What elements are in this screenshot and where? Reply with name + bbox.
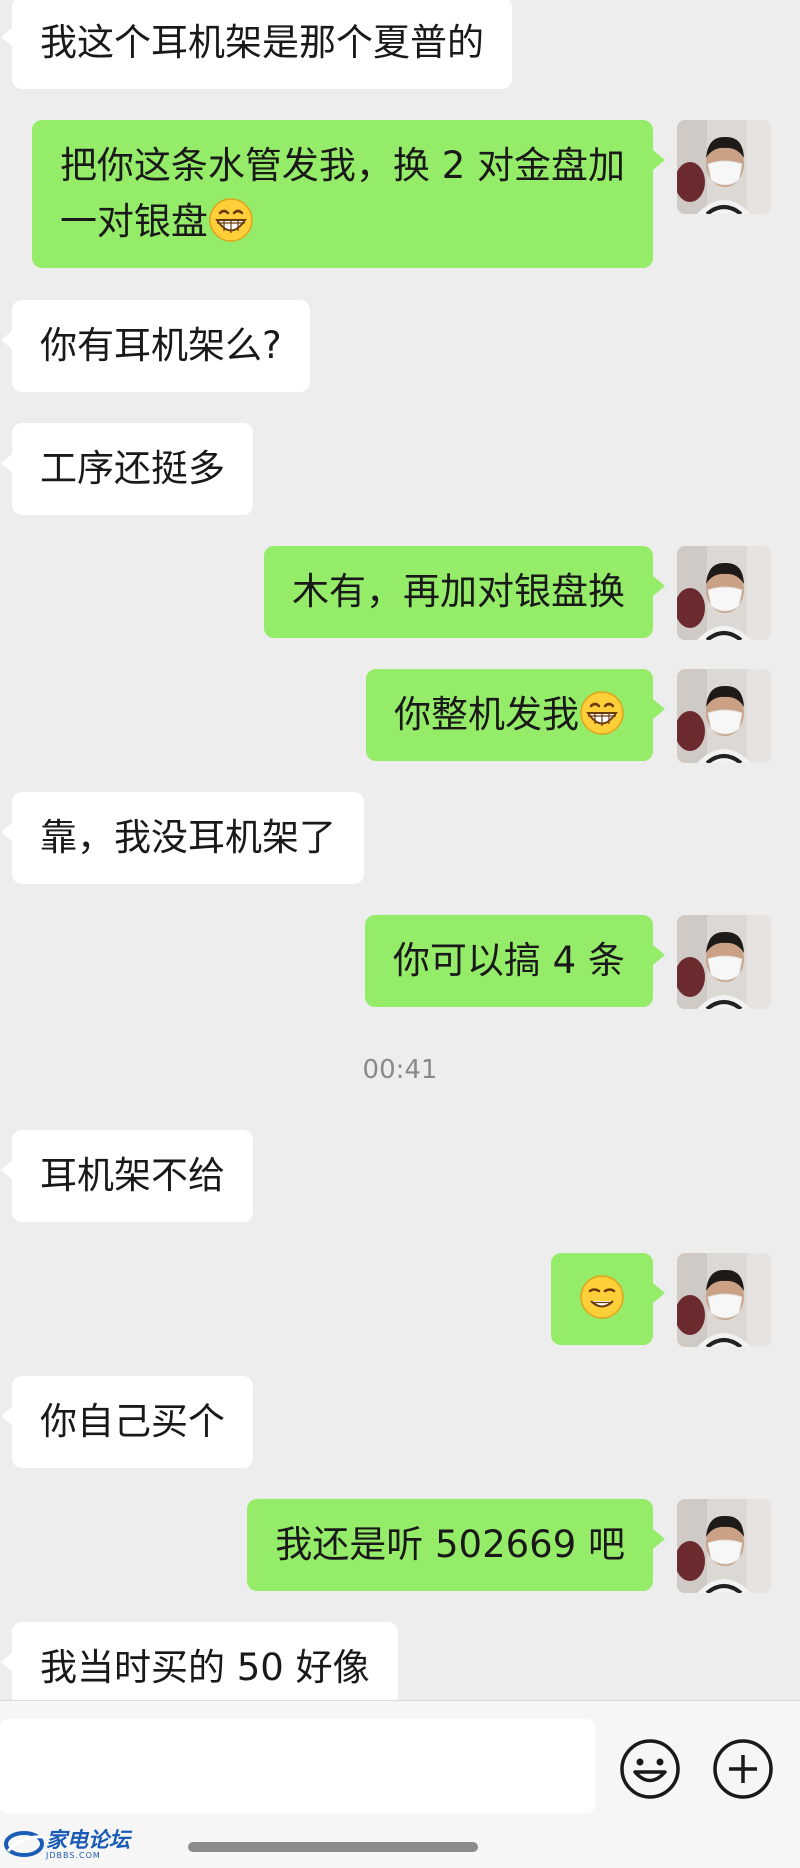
- avatar[interactable]: [677, 1499, 771, 1593]
- message-text: 你有耳机架么?: [40, 324, 282, 367]
- incoming-message-row: 我当时买的 50 好像: [0, 1622, 800, 1700]
- incoming-message-row: 耳机架不给: [0, 1130, 800, 1222]
- avatar[interactable]: [677, 915, 771, 1009]
- outgoing-message-bubble[interactable]: 你可以搞 4 条: [364, 915, 666, 1007]
- outgoing-message-bubble[interactable]: 你整机发我: [366, 669, 665, 761]
- swoosh-logo-icon: [4, 1831, 45, 1857]
- outgoing-message-bubble[interactable]: 把你这条水管发我，换 2 对金盘加 一对银盘: [31, 120, 666, 268]
- message-text: 把你这条水管发我，换 2 对金盘加 一对银盘: [59, 144, 625, 243]
- outgoing-message-row: [0, 1253, 800, 1347]
- incoming-message-bubble[interactable]: 耳机架不给: [1, 1130, 253, 1222]
- incoming-message-bubble[interactable]: 我这个耳机架是那个夏普的: [1, 0, 512, 89]
- smiley-face-icon: [620, 1739, 680, 1799]
- avatar[interactable]: [677, 120, 771, 214]
- timestamp: 00:41: [362, 1055, 438, 1085]
- incoming-message-bubble[interactable]: 你有耳机架么?: [1, 300, 310, 392]
- message-text: 我当时买的 50 好像: [40, 1646, 370, 1689]
- home-indicator[interactable]: [188, 1842, 478, 1852]
- incoming-message-bubble[interactable]: 我当时买的 50 好像: [1, 1622, 398, 1700]
- incoming-message-row: 我这个耳机架是那个夏普的: [0, 0, 800, 89]
- outgoing-message-row: 木有，再加对银盘换: [0, 546, 800, 640]
- avatar-photo-icon: [677, 120, 771, 214]
- emoji-button[interactable]: [618, 1737, 682, 1801]
- outgoing-message-bubble[interactable]: [551, 1253, 665, 1345]
- outgoing-message-row: 你可以搞 4 条: [0, 915, 800, 1009]
- message-text: 你整机发我: [394, 693, 579, 736]
- outgoing-message-row: 我还是听 502669 吧: [0, 1499, 800, 1593]
- forum-watermark-logo: 家电论坛 JDBBS.COM: [4, 1826, 130, 1862]
- watermark-text: 家电论坛: [46, 1827, 130, 1852]
- incoming-message-row: 你有耳机架么?: [0, 300, 800, 392]
- timestamp-row: 00:41: [0, 1055, 800, 1085]
- outgoing-message-bubble[interactable]: 我还是听 502669 吧: [247, 1499, 665, 1591]
- incoming-message-row: 靠，我没耳机架了: [0, 792, 800, 884]
- avatar[interactable]: [677, 669, 771, 763]
- plus-circle-icon: [713, 1739, 773, 1799]
- avatar-photo-icon: [677, 1253, 771, 1347]
- message-text: 你可以搞 4 条: [392, 939, 625, 982]
- incoming-message-row: 工序还挺多: [0, 423, 800, 515]
- message-text: 耳机架不给: [40, 1154, 225, 1197]
- avatar-photo-icon: [677, 915, 771, 1009]
- avatar-photo-icon: [677, 669, 771, 763]
- message-input[interactable]: [0, 1719, 595, 1813]
- outgoing-message-row: 你整机发我: [0, 669, 800, 763]
- avatar-photo-icon: [677, 1499, 771, 1593]
- incoming-message-bubble[interactable]: 工序还挺多: [1, 423, 253, 515]
- more-button[interactable]: [711, 1737, 775, 1801]
- grinning-face-emoji-icon: [209, 198, 253, 242]
- avatar[interactable]: [677, 546, 771, 640]
- message-text: 你自己买个: [40, 1400, 225, 1443]
- message-text: 靠，我没耳机架了: [40, 816, 336, 859]
- chat-message-list[interactable]: 我这个耳机架是那个夏普的把你这条水管发我，换 2 对金盘加 一对银盘你有耳机架么…: [0, 0, 800, 1700]
- smirk-face-emoji-icon: [580, 1275, 624, 1319]
- watermark-subtext: JDBBS.COM: [46, 1850, 101, 1860]
- incoming-message-bubble[interactable]: 靠，我没耳机架了: [1, 792, 364, 884]
- avatar-photo-icon: [677, 546, 771, 640]
- message-text: 我还是听 502669 吧: [275, 1523, 625, 1566]
- message-text: 工序还挺多: [40, 447, 225, 490]
- message-text: 我这个耳机架是那个夏普的: [40, 21, 484, 64]
- outgoing-message-row: 把你这条水管发我，换 2 对金盘加 一对银盘: [0, 120, 800, 270]
- message-text: 木有，再加对银盘换: [292, 570, 625, 613]
- incoming-message-row: 你自己买个: [0, 1376, 800, 1468]
- incoming-message-bubble[interactable]: 你自己买个: [1, 1376, 253, 1468]
- grinning-face-emoji-icon: [580, 691, 624, 735]
- outgoing-message-bubble[interactable]: 木有，再加对银盘换: [264, 546, 665, 638]
- avatar[interactable]: [677, 1253, 771, 1347]
